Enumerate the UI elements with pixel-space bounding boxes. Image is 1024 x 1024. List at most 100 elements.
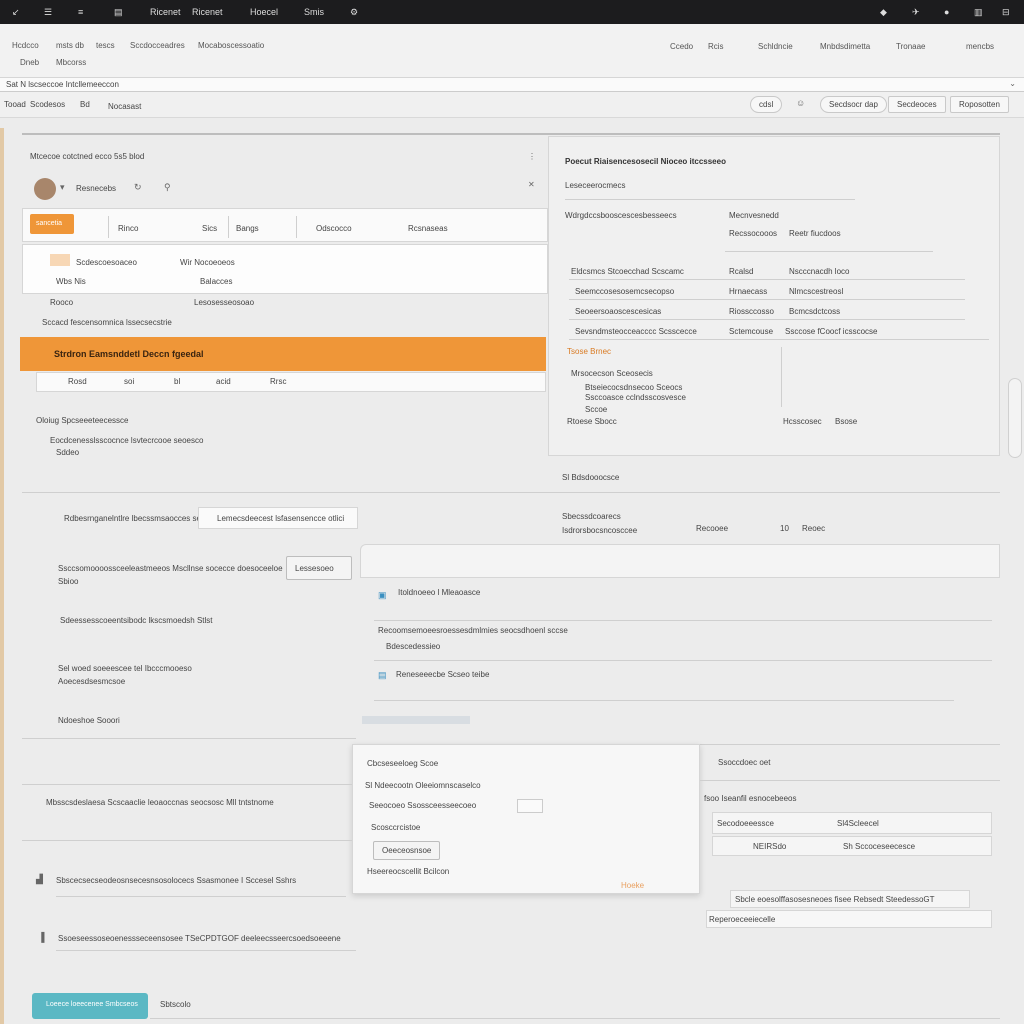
popup-button[interactable]: Oeeceosnsoe xyxy=(373,841,441,860)
wifi-icon[interactable]: ◆ xyxy=(880,7,887,18)
lowright-input[interactable]: Sbcle eoesolffasosesneoes fisee Rebsedt … xyxy=(730,890,970,908)
popup-line-2[interactable]: Seeocoeo Ssossceesseecoeo xyxy=(369,801,476,810)
bookmark-icon[interactable]: ⊟ xyxy=(1002,7,1010,18)
popup-line-3[interactable]: Scosccrcistoe xyxy=(371,823,420,832)
back-icon[interactable]: ↙ xyxy=(12,7,20,18)
avatar[interactable] xyxy=(34,178,56,200)
grid-3-2[interactable]: Ssccose fCoocf icsscocse xyxy=(785,327,877,336)
sub-item-5[interactable]: Rrsc xyxy=(270,377,286,386)
grid-0-1[interactable]: Rcalsd xyxy=(729,267,753,276)
field-value-3[interactable]: Reetr fiucdoos xyxy=(789,229,841,238)
foot-right-2[interactable]: Bsose xyxy=(835,417,857,426)
field-value-1[interactable]: Mecnvesnedd xyxy=(729,211,779,220)
tab-3[interactable]: Bd xyxy=(80,100,90,109)
lowright-field[interactable]: Reperoeceeiecelle xyxy=(706,910,992,928)
column-header-1[interactable]: Rinco xyxy=(118,224,138,233)
column-header-2[interactable]: Sics xyxy=(202,224,217,233)
lowright-row-2[interactable]: NEIRSdo Sh Sccoceseecesce xyxy=(712,836,992,856)
toolbar-right-5[interactable]: Tronaae xyxy=(896,42,926,51)
toolbar-item-4[interactable]: Sccdocceadres xyxy=(130,41,185,50)
address-bar[interactable]: Sat N lscseccoe Intcllemeeccon ⌄ xyxy=(0,78,1024,92)
toolbar-item-6[interactable]: Dneb xyxy=(20,58,39,67)
tab-chip-2[interactable]: Secdsocr dap xyxy=(820,96,887,113)
address-text[interactable]: Sat N lscseccoe Intcllemeeccon xyxy=(6,80,119,89)
battery-icon[interactable]: ▥ xyxy=(974,7,983,18)
file-icon[interactable]: ▤ xyxy=(378,670,387,681)
row2-button[interactable]: Lessesoeo xyxy=(286,556,352,580)
chevron-down-icon[interactable]: ⌄ xyxy=(1009,79,1016,88)
popup-orange[interactable]: Hoeke xyxy=(621,881,644,890)
grid-0-2[interactable]: Nscccnacdh loco xyxy=(789,267,849,276)
menu-item-3[interactable]: Hoecel xyxy=(250,7,278,17)
list-item-2a[interactable]: Wbs Nis xyxy=(56,277,86,286)
thumbnail[interactable] xyxy=(50,254,70,266)
grid-3-0[interactable]: Sevsndmsteocceacccc Scsscecce xyxy=(575,327,697,336)
toolbar-item-3[interactable]: tescs xyxy=(96,41,115,50)
list-item-1a[interactable]: Scdescoesoaceo xyxy=(76,258,137,267)
highlight-banner[interactable]: Strdron Eamsnddetl Deccn fgeedal xyxy=(20,337,546,371)
mid-right-val-2[interactable]: 10 xyxy=(780,524,789,533)
menu-item-2[interactable]: Ricenet xyxy=(192,7,223,17)
grid-1-1[interactable]: Hrnaecass xyxy=(729,287,767,296)
link-icon[interactable]: ⚲ xyxy=(164,182,171,193)
column-header-4[interactable]: Odscocco xyxy=(316,224,352,233)
bar-icon: ▐ xyxy=(38,932,45,942)
sub-item-3[interactable]: bl xyxy=(174,377,180,386)
column-header-3[interactable]: Bangs xyxy=(236,224,259,233)
tab-1[interactable]: Tooad xyxy=(4,100,26,109)
sub-item-2[interactable]: soi xyxy=(124,377,134,386)
toolbar-item-2[interactable]: msts db xyxy=(56,41,84,50)
side-scroll-handle[interactable] xyxy=(1008,378,1022,458)
expand-icon[interactable]: ✕ xyxy=(528,180,535,189)
profile-icon[interactable]: ☺ xyxy=(796,98,805,108)
more-icon[interactable]: ⋮ xyxy=(528,152,536,161)
toolbar-right-3[interactable]: Schldncie xyxy=(758,42,793,51)
field-value-2[interactable]: Recssocooos xyxy=(729,229,777,238)
menu-item-4[interactable]: Smis xyxy=(304,7,324,17)
mid-right-val-3[interactable]: Reoec xyxy=(802,524,825,533)
menu-icon[interactable]: ☰ xyxy=(44,7,52,18)
grid-0-0[interactable]: Eldcsmcs Stcoecchad Scscamc xyxy=(571,267,684,276)
lowright-row-1[interactable]: Secodoeeessce Sl4Scleecel xyxy=(712,812,992,834)
grid-2-1[interactable]: Riossccosso xyxy=(729,307,774,316)
dropdown-icon[interactable]: ▾ xyxy=(60,182,65,193)
toolbar-right-2[interactable]: Rcis xyxy=(708,42,724,51)
row1-input[interactable]: Lemecsdeecest lsfasensencce otlici xyxy=(198,507,358,529)
sub-item-1[interactable]: Rosd xyxy=(68,377,87,386)
foot-right[interactable]: Hcsscosec xyxy=(783,417,822,426)
list-icon[interactable]: ≡ xyxy=(78,7,83,17)
tab-2[interactable]: Scodesos xyxy=(30,100,65,109)
menu-item-1[interactable]: Ricenet xyxy=(150,7,181,17)
tab-4[interactable]: Nocasast xyxy=(108,102,141,111)
column-header-5[interactable]: Rcsnaseas xyxy=(408,224,448,233)
primary-action-button[interactable]: Loeece loeecenee Smbcseos xyxy=(32,993,148,1019)
grid-1-0[interactable]: Seemccosesosemcsecopso xyxy=(575,287,674,296)
cloud-icon[interactable]: ● xyxy=(944,7,949,17)
list-item-2b[interactable]: Balacces xyxy=(200,277,232,286)
mid-right-val-1[interactable]: Recooee xyxy=(696,524,728,533)
toolbar-item-1[interactable]: Hcdcco xyxy=(12,41,39,50)
orange-tab-button[interactable]: sancetia xyxy=(30,214,74,234)
toolbar-item-5[interactable]: Mocaboscessoatio xyxy=(198,41,264,50)
grid-1-2[interactable]: Nlmcscestreosl xyxy=(789,287,843,296)
user-icon[interactable]: ✈ xyxy=(912,7,920,18)
toolbar-right-6[interactable]: mencbs xyxy=(966,42,994,51)
grid-3-1[interactable]: Sctemcouse xyxy=(729,327,773,336)
orange-label[interactable]: Tsose Brnec xyxy=(567,347,611,356)
list-item-1b[interactable]: Wir Nocoeoeos xyxy=(180,258,235,267)
file-name[interactable]: Reneseeecbe Scseo teibe xyxy=(396,670,489,679)
tab-chip-1[interactable]: cdsl xyxy=(750,96,783,113)
secondary-link[interactable]: Sbtscolo xyxy=(160,1000,191,1009)
grid-2-2[interactable]: Bcmcsdctcoss xyxy=(789,307,840,316)
sub-item-4[interactable]: acid xyxy=(216,377,231,386)
popup-small-input[interactable] xyxy=(517,799,543,813)
tab-chip-4[interactable]: Roposotten xyxy=(950,96,1009,113)
grid-2-0[interactable]: Seoeersoaoscescesicas xyxy=(575,307,661,316)
settings-icon[interactable]: ⚙ xyxy=(350,7,358,18)
refresh-icon[interactable]: ↻ xyxy=(134,182,142,193)
toolbar-item-7[interactable]: Mbcorss xyxy=(56,58,86,67)
chart-icon[interactable]: ▤ xyxy=(114,7,123,18)
tab-chip-3[interactable]: Secdeoces xyxy=(888,96,946,113)
toolbar-right-1[interactable]: Ccedo xyxy=(670,42,693,51)
toolbar-right-4[interactable]: Mnbdsdimetta xyxy=(820,42,870,51)
